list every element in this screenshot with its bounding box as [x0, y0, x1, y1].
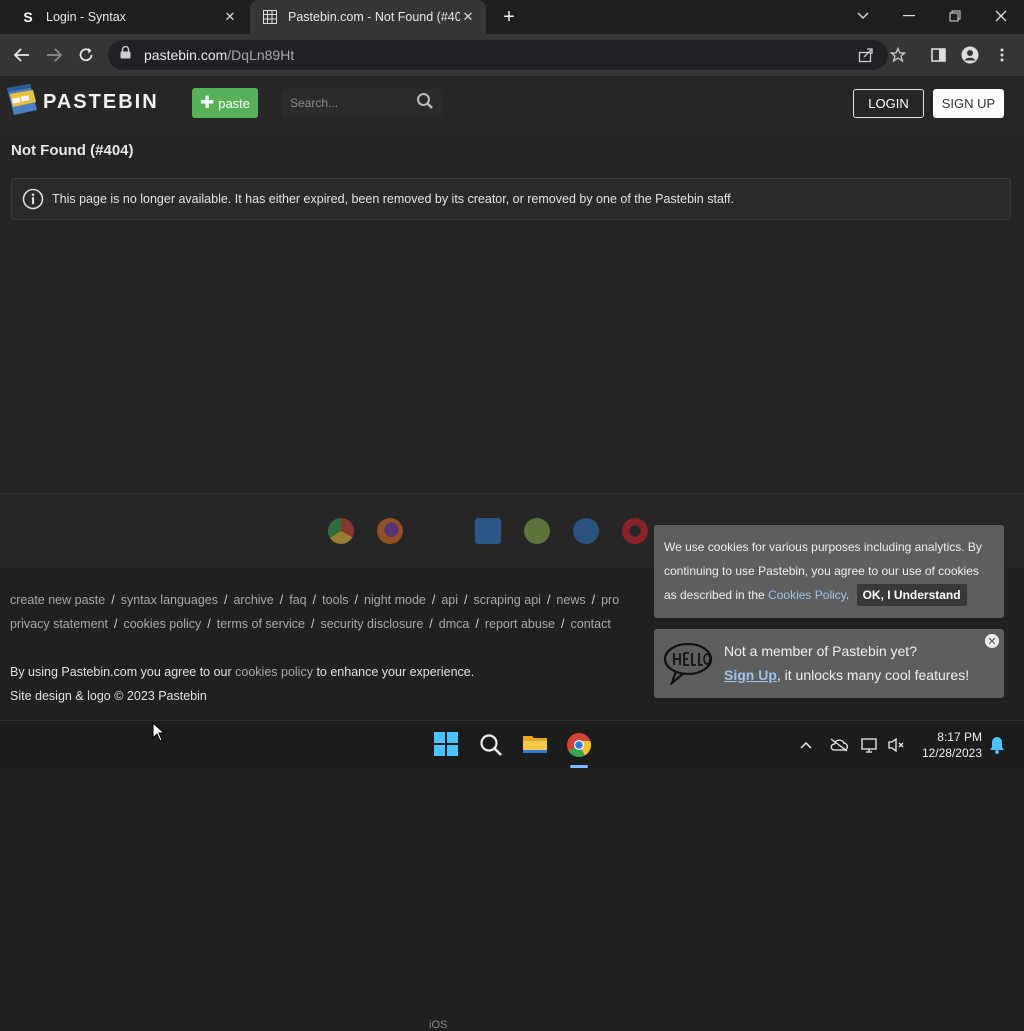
system-clock[interactable]: 8:17 PM 12/28/2023: [914, 729, 982, 761]
footer-link[interactable]: api: [441, 593, 458, 607]
footer-link[interactable]: syntax languages: [121, 593, 218, 607]
main-content: Not Found (#404) This page is no longer …: [0, 130, 1024, 494]
footer-link[interactable]: archive: [233, 593, 273, 607]
member-popup-line-2: Sign Up, it unlocks many cool features!: [724, 667, 969, 683]
footer-link[interactable]: security disclosure: [320, 617, 423, 631]
windows-start-icon[interactable]: [434, 732, 460, 758]
pastebin-favicon: [262, 9, 278, 25]
search-icon[interactable]: [416, 92, 436, 112]
browser-menu-icon[interactable]: [990, 43, 1014, 67]
notification-bell-icon[interactable]: [987, 735, 1007, 755]
close-window-icon[interactable]: [989, 4, 1013, 28]
notice-message: This page is no longer available. It has…: [52, 192, 735, 206]
ios-label[interactable]: iOS: [429, 1019, 447, 1031]
tab-login-syntax[interactable]: S Login - Syntax ✕: [8, 0, 248, 34]
firefox-icon[interactable]: [377, 518, 403, 544]
syntax-favicon: S: [23, 9, 33, 25]
network-icon[interactable]: [860, 735, 880, 755]
onedrive-offline-icon[interactable]: [829, 735, 849, 755]
back-arrow-icon[interactable]: [10, 43, 34, 67]
member-signup-popup: Not a member of Pastebin yet? Sign Up, i…: [654, 629, 1004, 698]
restore-window-icon[interactable]: [943, 4, 967, 28]
footer-links-row-2: privacy statement / cookies policy / terms o…: [10, 617, 611, 631]
browser-tab-strip: S Login - Syntax ✕ Pastebin.com - Not Fo…: [0, 0, 1024, 34]
agree-suffix: to enhance your experience.: [316, 665, 475, 679]
signup-button[interactable]: SIGN UP: [933, 89, 1004, 118]
footer-link[interactable]: contact: [571, 617, 611, 631]
member-popup-suffix: , it unlocks many cool features!: [776, 667, 970, 683]
footer-link[interactable]: news: [556, 593, 585, 607]
member-signup-link[interactable]: Sign Up: [724, 667, 777, 683]
cookies-policy-popup-link[interactable]: Cookies Policy: [768, 588, 846, 602]
close-popup-icon[interactable]: ✕: [985, 634, 999, 648]
footer-link[interactable]: scraping api: [474, 593, 541, 607]
new-tab-button[interactable]: +: [498, 6, 520, 28]
site-header: PASTEBIN ✚ paste LOGIN SIGN UP: [0, 76, 1024, 130]
chrome-taskbar-icon[interactable]: [566, 732, 592, 758]
taskbar-search-icon[interactable]: [479, 733, 505, 759]
hello-speech-bubble-icon: [662, 641, 714, 687]
tab-title: Login - Syntax: [46, 10, 126, 24]
footer-link[interactable]: privacy statement: [10, 617, 108, 631]
close-tab-icon[interactable]: ✕: [222, 9, 238, 25]
footer-link[interactable]: pro: [601, 593, 619, 607]
cookies-agreement-text: By using Pastebin.com you agree to our c…: [10, 665, 474, 679]
footer-link[interactable]: report abuse: [485, 617, 555, 631]
clock-date: 12/28/2023: [921, 746, 982, 760]
show-hidden-icons-chevron-icon[interactable]: [796, 735, 816, 755]
macos-icon[interactable]: [573, 518, 599, 544]
cookie-consent-popup: We use cookies for various purposes incl…: [654, 525, 1004, 618]
url-text[interactable]: pastebin.com/DqLn89Ht: [144, 47, 294, 63]
windows-icon[interactable]: [475, 518, 501, 544]
not-found-notice: This page is no longer available. It has…: [11, 178, 1011, 220]
cookie-accept-button[interactable]: OK, I Understand: [856, 584, 967, 606]
url-path: /DqLn89Ht: [227, 47, 295, 63]
cookies-policy-link[interactable]: cookies policy: [235, 665, 313, 679]
share-icon[interactable]: [854, 43, 878, 67]
footer-links-row-1: create new paste / syntax languages / archiv…: [10, 593, 620, 607]
profile-icon[interactable]: [958, 43, 982, 67]
browser-toolbar: pastebin.com/DqLn89Ht: [0, 34, 1024, 76]
url-host: pastebin.com: [144, 47, 228, 63]
tab-pastebin-not-found[interactable]: Pastebin.com - Not Found (#404) ✕: [250, 0, 486, 34]
new-paste-button[interactable]: ✚ paste: [192, 88, 258, 118]
cookie-period: .: [845, 588, 850, 602]
clock-time: 8:17 PM: [937, 730, 982, 744]
minimize-window-icon[interactable]: [897, 4, 921, 28]
footer-link[interactable]: faq: [289, 593, 306, 607]
page-title: Not Found (#404): [11, 142, 134, 159]
agree-prefix: By using Pastebin.com you agree to our: [10, 665, 232, 679]
android-icon[interactable]: [524, 518, 550, 544]
pastebin-logo-text[interactable]: PASTEBIN: [43, 91, 159, 114]
opera-icon[interactable]: [622, 518, 648, 544]
reload-icon[interactable]: [74, 43, 98, 67]
file-explorer-icon[interactable]: [522, 733, 548, 759]
info-icon: [22, 188, 44, 210]
bookmark-star-icon[interactable]: [886, 43, 910, 67]
member-popup-line-1: Not a member of Pastebin yet?: [724, 643, 917, 659]
plus-icon: ✚: [199, 93, 215, 112]
tab-search-chevron-icon[interactable]: [851, 4, 875, 28]
side-panel-icon[interactable]: [926, 43, 950, 67]
chrome-icon[interactable]: [328, 518, 354, 544]
footer-link[interactable]: tools: [322, 593, 348, 607]
mouse-cursor-icon: [152, 721, 166, 742]
address-bar[interactable]: pastebin.com/DqLn89Ht: [108, 40, 888, 70]
footer-link[interactable]: cookies policy: [123, 617, 201, 631]
paste-label: paste: [218, 95, 251, 111]
forward-arrow-icon[interactable]: [42, 43, 66, 67]
footer-link[interactable]: create new paste: [10, 593, 105, 607]
copyright-text: Site design & logo © 2023 Pastebin: [10, 689, 207, 703]
login-button[interactable]: LOGIN: [853, 89, 924, 118]
tab-title: Pastebin.com - Not Found (#404): [288, 10, 460, 24]
pastebin-logo-icon[interactable]: [4, 82, 38, 120]
close-tab-icon[interactable]: ✕: [460, 9, 476, 25]
footer-link[interactable]: night mode: [364, 593, 426, 607]
volume-muted-icon[interactable]: [886, 735, 906, 755]
footer-link[interactable]: dmca: [439, 617, 470, 631]
footer-link[interactable]: terms of service: [217, 617, 305, 631]
lock-icon[interactable]: [120, 45, 134, 64]
